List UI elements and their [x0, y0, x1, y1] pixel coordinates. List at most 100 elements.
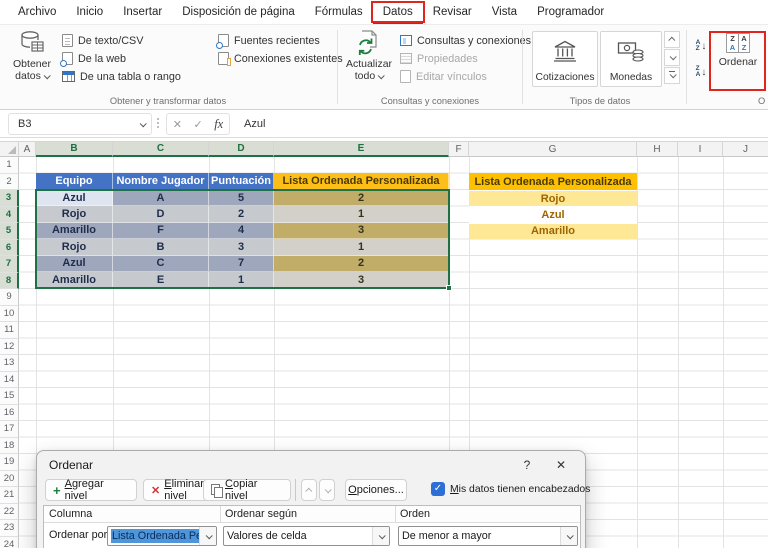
- row-header-24[interactable]: 24: [0, 536, 19, 548]
- combo-dropdown-button[interactable]: [560, 527, 577, 545]
- cell[interactable]: D: [113, 206, 209, 223]
- sort-az-button[interactable]: AZ ↓: [691, 35, 711, 57]
- row-header-12[interactable]: 12: [0, 338, 19, 355]
- stocks-tile[interactable]: Cotizaciones: [532, 31, 598, 87]
- sort-za-button[interactable]: ZA ↓: [691, 61, 711, 83]
- tab-vista[interactable]: Vista: [482, 0, 527, 24]
- ribbon-item-fuentes-recientes[interactable]: Fuentes recientes: [216, 32, 320, 49]
- tab-formulas[interactable]: Fórmulas: [305, 0, 373, 24]
- tab-datos[interactable]: Datos: [370, 0, 425, 24]
- col-header-a[interactable]: A: [19, 141, 36, 157]
- cell[interactable]: 1: [274, 206, 449, 223]
- copy-level-button[interactable]: Copiar nivel: [203, 478, 291, 502]
- row-header-18[interactable]: 18: [0, 437, 19, 454]
- cancel-entry-icon[interactable]: ✕: [173, 118, 182, 131]
- order-combo[interactable]: De menor a mayor: [398, 526, 578, 546]
- gallery-more-button[interactable]: [664, 67, 680, 84]
- currencies-tile[interactable]: Monedas: [600, 31, 662, 87]
- cell[interactable]: 4: [209, 222, 274, 240]
- headers-checkbox-label[interactable]: Mis datos tienen encabezados: [450, 484, 590, 495]
- cell[interactable]: 5: [209, 190, 274, 207]
- ribbon-item-consultas-conexiones[interactable]: Consultas y conexiones: [400, 32, 531, 49]
- cell[interactable]: C: [113, 255, 209, 272]
- cell[interactable]: 2: [274, 190, 449, 207]
- col-header-c[interactable]: C: [113, 141, 209, 157]
- name-box[interactable]: B3: [8, 113, 152, 135]
- cell[interactable]: 2: [209, 206, 274, 223]
- header-cell[interactable]: Puntuación: [209, 173, 274, 190]
- enter-entry-icon[interactable]: ✓: [193, 118, 202, 131]
- combo-dropdown-button[interactable]: [199, 527, 216, 545]
- col-header-i[interactable]: I: [678, 141, 723, 157]
- tab-disposicion[interactable]: Disposición de página: [172, 0, 305, 24]
- column-combo[interactable]: Lista Ordenada Personalizada: [107, 526, 217, 546]
- row-header-22[interactable]: 22: [0, 503, 19, 520]
- custom-list-header[interactable]: Lista Ordenada Personalizada: [469, 173, 637, 190]
- cell[interactable]: Amarillo: [469, 222, 637, 240]
- row-header-4[interactable]: 4: [0, 206, 19, 223]
- gallery-scroll-up-button[interactable]: [664, 31, 680, 48]
- row-header-21[interactable]: 21: [0, 487, 19, 504]
- row-header-11[interactable]: 11: [0, 322, 19, 339]
- cell[interactable]: A: [113, 190, 209, 207]
- tab-programador[interactable]: Programador: [527, 0, 614, 24]
- cell-b3-active[interactable]: Azul: [36, 190, 113, 207]
- row-header-20[interactable]: 20: [0, 470, 19, 487]
- row-header-15[interactable]: 15: [0, 388, 19, 405]
- tab-inicio[interactable]: Inicio: [66, 0, 113, 24]
- insert-function-icon[interactable]: fx: [214, 117, 223, 132]
- sort-dialog-button[interactable]: ZA AZ Ordenar: [709, 31, 766, 91]
- row-header-23[interactable]: 23: [0, 520, 19, 537]
- move-up-button[interactable]: [301, 479, 317, 501]
- tab-insertar[interactable]: Insertar: [113, 0, 172, 24]
- ribbon-item-conexiones-existentes[interactable]: Conexiones existentes: [218, 50, 343, 67]
- row-header-16[interactable]: 16: [0, 404, 19, 421]
- row-header-8[interactable]: 8: [0, 272, 19, 289]
- help-icon[interactable]: ?: [519, 458, 535, 472]
- tab-archivo[interactable]: Archivo: [8, 0, 66, 24]
- col-header-g[interactable]: G: [469, 141, 637, 157]
- row-header-3[interactable]: 3: [0, 190, 19, 207]
- formula-input[interactable]: Azul: [236, 113, 764, 135]
- cell[interactable]: F: [113, 222, 209, 240]
- col-header-h[interactable]: H: [637, 141, 678, 157]
- combo-dropdown-button[interactable]: [372, 527, 389, 545]
- cell[interactable]: Amarillo: [36, 271, 113, 289]
- row-header-10[interactable]: 10: [0, 305, 19, 322]
- col-header-j[interactable]: J: [723, 141, 768, 157]
- row-header-9[interactable]: 9: [0, 289, 19, 306]
- gallery-scroll-down-button[interactable]: [664, 49, 680, 66]
- row-header-14[interactable]: 14: [0, 371, 19, 388]
- cell[interactable]: B: [113, 239, 209, 256]
- col-header-d[interactable]: D: [209, 141, 274, 157]
- row-header-17[interactable]: 17: [0, 421, 19, 438]
- sort-on-combo[interactable]: Valores de celda: [223, 526, 390, 546]
- cell[interactable]: 3: [274, 271, 449, 289]
- cell[interactable]: Rojo: [36, 239, 113, 256]
- row-header-6[interactable]: 6: [0, 239, 19, 256]
- add-level-button[interactable]: + Agregar nivel: [45, 478, 137, 502]
- select-all-corner[interactable]: [0, 141, 19, 157]
- cell[interactable]: Azul: [36, 255, 113, 272]
- row-header-13[interactable]: 13: [0, 355, 19, 372]
- ribbon-item-de-texto-csv[interactable]: De texto/CSV: [62, 32, 143, 49]
- ribbon-item-de-la-web[interactable]: De la web: [60, 50, 126, 67]
- cell[interactable]: Amarillo: [36, 222, 113, 240]
- move-down-button[interactable]: [319, 479, 335, 501]
- cell[interactable]: 2: [274, 255, 449, 272]
- options-button[interactable]: Opciones...: [345, 479, 407, 501]
- headers-checkbox[interactable]: ✓: [431, 482, 445, 496]
- close-icon[interactable]: ✕: [553, 458, 569, 472]
- header-cell[interactable]: Lista Ordenada Personalizada: [274, 173, 449, 190]
- ribbon-item-de-tabla-rango[interactable]: De una tabla o rango: [62, 68, 181, 85]
- cell[interactable]: Azul: [469, 206, 637, 223]
- cell[interactable]: E: [113, 271, 209, 289]
- row-header-2[interactable]: 2: [0, 173, 19, 190]
- header-cell[interactable]: Nombre Jugador: [113, 173, 209, 190]
- row-header-19[interactable]: 19: [0, 454, 19, 471]
- cell[interactable]: 1: [274, 239, 449, 256]
- cell[interactable]: 3: [274, 222, 449, 240]
- tab-revisar[interactable]: Revisar: [423, 0, 482, 24]
- cell[interactable]: 3: [209, 239, 274, 256]
- row-header-1[interactable]: 1: [0, 157, 19, 174]
